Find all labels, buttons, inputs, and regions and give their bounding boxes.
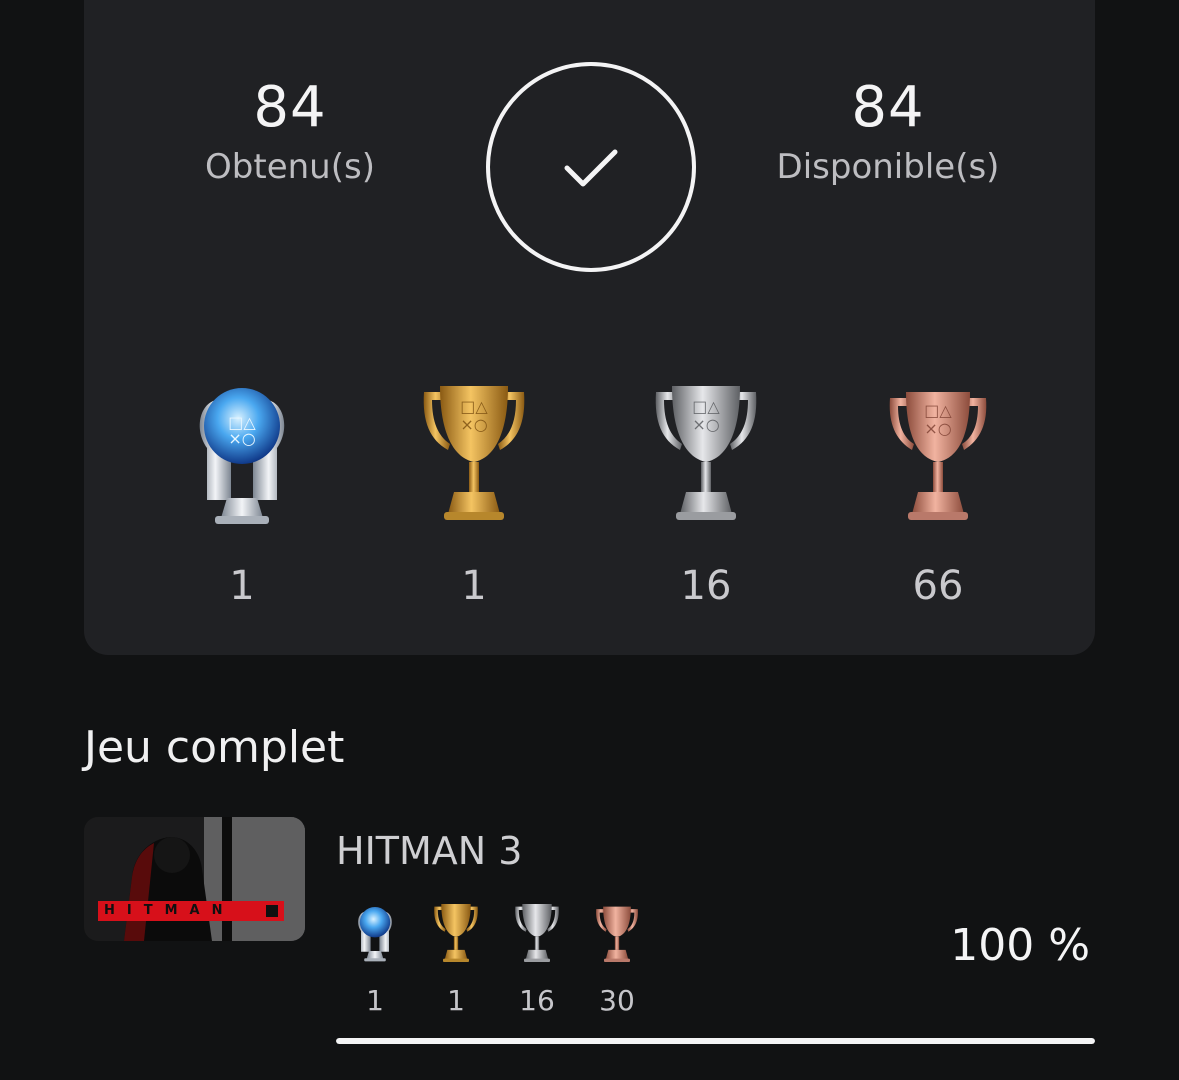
bronze-trophy-column: □△ ×○ 66 <box>838 378 1038 610</box>
completed-badge <box>486 62 696 272</box>
platinum-trophy-column: □△ ×○ 1 <box>142 378 342 610</box>
hitman-figure-image <box>84 817 305 941</box>
svg-text:□△: □△ <box>692 397 720 416</box>
game-thumbnail[interactable]: HITMAN <box>84 817 305 941</box>
platinum-trophy-icon: □△ ×○ <box>199 388 285 524</box>
section-title: Jeu complet <box>84 722 345 773</box>
platinum-count: 1 <box>229 563 255 609</box>
bronze-trophy-icon: □△ ×○ <box>889 392 987 520</box>
game-silver-count: 16 <box>519 984 555 1017</box>
trophy-page: 84 Obtenu(s) 84 Disponible(s) □△ ×○ 1 □△… <box>0 0 1179 1080</box>
bronze-count: 66 <box>912 563 964 609</box>
checkmark-icon <box>564 149 618 187</box>
progress-bar <box>336 1038 1095 1044</box>
earned-stat: 84 Obtenu(s) <box>160 74 420 190</box>
gold-trophy-icon: □△ ×○ <box>423 386 525 520</box>
earned-count: 84 <box>253 75 327 140</box>
svg-text:×○: ×○ <box>228 429 255 448</box>
svg-text:□△: □△ <box>460 397 488 416</box>
progress-percent: 100 % <box>950 920 1090 971</box>
game-platinum-count: 1 <box>366 984 384 1017</box>
game-gold-column: 1 <box>421 900 491 1018</box>
svg-text:□△: □△ <box>924 401 952 420</box>
earned-label: Obtenu(s) <box>205 147 375 187</box>
svg-text:×○: ×○ <box>924 419 951 438</box>
available-stat: 84 Disponible(s) <box>758 74 1018 190</box>
silver-trophy-icon <box>515 903 559 963</box>
silver-trophy-column: □△ ×○ 16 <box>606 378 806 610</box>
silver-trophy-icon: □△ ×○ <box>655 386 757 520</box>
gold-count: 1 <box>461 563 487 609</box>
bronze-trophy-icon <box>596 906 638 963</box>
game-bronze-column: 30 <box>582 900 652 1018</box>
game-title[interactable]: HITMAN 3 <box>336 826 522 876</box>
game-gold-count: 1 <box>447 984 465 1017</box>
game-platinum-column: 1 <box>340 900 410 1018</box>
svg-text:×○: ×○ <box>692 415 719 434</box>
game-silver-column: 16 <box>502 900 572 1018</box>
svg-text:×○: ×○ <box>460 415 487 434</box>
hitman-logo-mark <box>260 901 284 921</box>
gold-trophy-icon <box>434 903 478 963</box>
game-bronze-count: 30 <box>599 984 635 1017</box>
platinum-trophy-icon <box>358 907 392 962</box>
progress-bar-fill <box>336 1038 1095 1044</box>
gold-trophy-column: □△ ×○ 1 <box>374 378 574 610</box>
available-label: Disponible(s) <box>776 147 1000 187</box>
hitman-logo-text: HITMAN <box>104 903 235 918</box>
available-count: 84 <box>851 75 925 140</box>
silver-count: 16 <box>680 563 732 609</box>
